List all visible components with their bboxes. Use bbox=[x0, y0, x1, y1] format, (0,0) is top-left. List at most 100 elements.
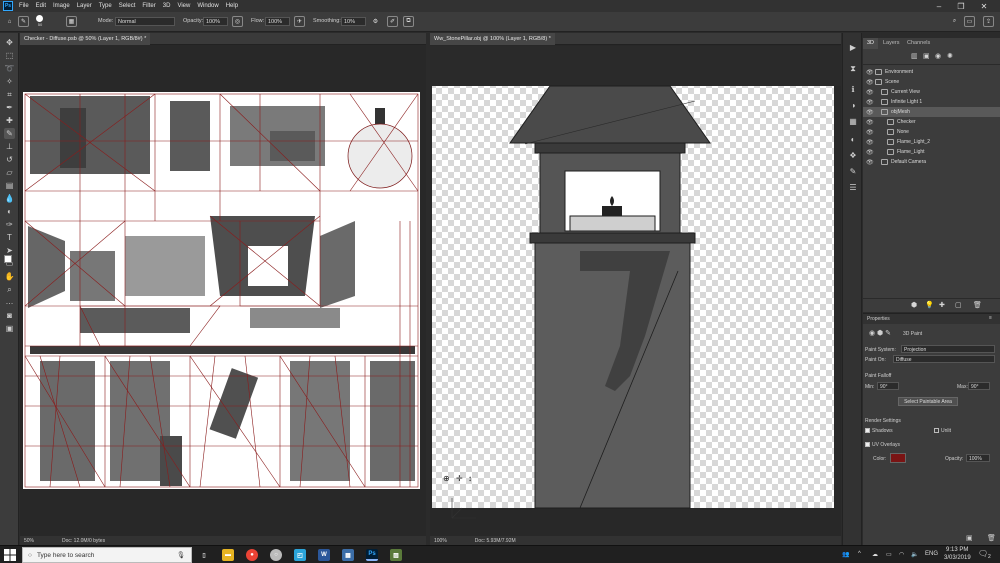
3d-paint-icon[interactable]: ◉ ⬢ ✎ bbox=[869, 329, 891, 337]
scene-row[interactable]: 👁 Environment bbox=[863, 67, 1000, 77]
scene-row[interactable]: 👁 None bbox=[863, 127, 1000, 137]
scene-row[interactable]: 👁 Flame_Light_2 bbox=[863, 137, 1000, 147]
word-icon[interactable]: W bbox=[318, 549, 330, 561]
unlit-checkbox[interactable] bbox=[934, 428, 939, 433]
zoom-level-left[interactable]: 50% bbox=[24, 538, 34, 544]
filter-light-icon[interactable]: ✺ bbox=[947, 52, 953, 60]
tab-checker-diffuse[interactable]: Checker - Diffuse.psb @ 50% (Layer 1, RG… bbox=[20, 33, 151, 45]
menu-help[interactable]: Help bbox=[226, 3, 238, 9]
airbrush-icon[interactable]: ✈ bbox=[294, 16, 305, 27]
filter-material-icon[interactable]: ◉ bbox=[935, 52, 941, 60]
styles-icon[interactable]: ❖ bbox=[847, 149, 859, 161]
smoothing-field[interactable]: 10% bbox=[341, 17, 366, 26]
notifications-icon[interactable]: 🗨 bbox=[978, 549, 988, 558]
overlay-opacity-field[interactable]: 100% bbox=[966, 454, 990, 462]
scene-row[interactable]: 👁 Scene bbox=[863, 77, 1000, 87]
menu-file[interactable]: File bbox=[19, 3, 29, 9]
edit-toolbar-icon[interactable]: … bbox=[4, 296, 15, 307]
uv-texture-canvas[interactable] bbox=[20, 46, 426, 536]
eraser-tool-icon[interactable]: ▱ bbox=[4, 167, 15, 178]
type-tool-icon[interactable]: T bbox=[4, 232, 15, 243]
scene-row[interactable]: 👁 Infinite Light 1 bbox=[863, 97, 1000, 107]
tab-channels[interactable]: Channels bbox=[903, 38, 934, 49]
panel-menu-icon[interactable]: ≡ bbox=[989, 315, 992, 321]
orbit-icon[interactable]: ⊕ bbox=[443, 474, 450, 483]
menu-image[interactable]: Image bbox=[53, 3, 70, 9]
hand-tool-icon[interactable]: ✋ bbox=[4, 271, 15, 282]
brush-preset-icon[interactable]: ✎ bbox=[18, 16, 29, 27]
info-icon[interactable]: ℹ bbox=[847, 83, 859, 95]
visibility-eye-icon[interactable]: 👁 bbox=[866, 89, 874, 96]
image-viewer-icon[interactable]: ▨ bbox=[390, 549, 402, 561]
pen-tool-icon[interactable]: ✑ bbox=[4, 219, 15, 230]
flow-field[interactable]: 100% bbox=[265, 17, 290, 26]
canvas-area[interactable] bbox=[20, 46, 426, 536]
history-brush-tool-icon[interactable]: ↺ bbox=[4, 154, 15, 165]
visibility-eye-icon[interactable]: 👁 bbox=[866, 69, 874, 76]
menu-filter[interactable]: Filter bbox=[142, 3, 155, 9]
visibility-eye-icon[interactable]: 👁 bbox=[866, 139, 874, 146]
visibility-eye-icon[interactable]: 👁 bbox=[866, 119, 874, 126]
workspace-icon[interactable]: ▭ bbox=[964, 16, 975, 27]
scene-row[interactable]: 👁 Flame_Light bbox=[863, 147, 1000, 157]
tab-layers[interactable]: Layers bbox=[879, 38, 904, 49]
clock-date[interactable]: 3/03/2019 bbox=[944, 555, 971, 561]
search-icon[interactable]: ⌕ bbox=[949, 16, 960, 27]
healing-tool-icon[interactable]: ✚ bbox=[4, 115, 15, 126]
menu-select[interactable]: Select bbox=[119, 3, 136, 9]
paint-on-select[interactable]: Diffuse bbox=[893, 355, 995, 363]
max-field[interactable]: 90° bbox=[968, 382, 990, 390]
pressure-opacity-icon[interactable]: ◎ bbox=[232, 16, 243, 27]
brush-size-picker[interactable]: 50 bbox=[34, 15, 46, 27]
taskbar-search-input[interactable]: ○ Type here to search 🎙 bbox=[22, 547, 192, 563]
visibility-eye-icon[interactable]: 👁 bbox=[866, 109, 874, 116]
foreground-color-swatch[interactable] bbox=[4, 255, 12, 263]
canvas-area-3d[interactable]: ⊕ ✛ ↕ bbox=[430, 46, 841, 536]
add-light-icon[interactable]: ✚ bbox=[939, 301, 945, 309]
scene-row[interactable]: 👁 Current View bbox=[863, 87, 1000, 97]
render-icon[interactable]: ▢ bbox=[955, 301, 962, 309]
visibility-eye-icon[interactable]: 👁 bbox=[866, 129, 874, 136]
filter-scene-icon[interactable]: ▥ bbox=[911, 52, 918, 60]
move-tool-icon[interactable]: ✥ bbox=[4, 37, 15, 48]
history-icon[interactable]: ⧗ bbox=[847, 63, 859, 75]
light-bulb-icon[interactable]: 💡 bbox=[925, 301, 934, 309]
close-window-button[interactable]: ✕ bbox=[975, 0, 993, 12]
menu-type[interactable]: Type bbox=[99, 3, 112, 9]
lasso-tool-icon[interactable]: ➰ bbox=[4, 63, 15, 74]
mesh-icon[interactable]: ⬢ bbox=[911, 301, 917, 309]
pan-icon[interactable]: ✛ bbox=[456, 474, 463, 483]
microphone-icon[interactable]: 🎙 bbox=[177, 551, 185, 559]
overlay-color-swatch[interactable] bbox=[890, 453, 906, 463]
scene-row[interactable]: 👁 Checker bbox=[863, 117, 1000, 127]
menu-layer[interactable]: Layer bbox=[77, 3, 92, 9]
shadows-checkbox[interactable] bbox=[865, 428, 870, 433]
pressure-size-icon[interactable]: ✐ bbox=[387, 16, 398, 27]
blur-tool-icon[interactable]: 💧 bbox=[4, 193, 15, 204]
home-icon[interactable]: ⌂ bbox=[4, 16, 15, 27]
gear-icon[interactable]: ⚙ bbox=[370, 16, 381, 27]
windows-start-icon[interactable] bbox=[4, 549, 16, 561]
zoom-level-right[interactable]: 100% bbox=[434, 538, 447, 544]
uv-overlays-checkbox[interactable] bbox=[865, 442, 870, 447]
tray-arrow-icon[interactable]: ^ bbox=[858, 551, 861, 557]
trash-icon[interactable]: 🗑 bbox=[973, 301, 982, 309]
visibility-eye-icon[interactable]: 👁 bbox=[866, 99, 874, 106]
color-panel-icon[interactable]: ◑ bbox=[847, 99, 859, 111]
brush-tool-icon[interactable]: ✎ bbox=[4, 128, 15, 139]
menu-edit[interactable]: Edit bbox=[36, 3, 46, 9]
scene-row[interactable]: 👁 objMesh bbox=[863, 107, 1000, 117]
dolly-icon[interactable]: ↕ bbox=[468, 474, 472, 483]
language-indicator[interactable]: ENG bbox=[925, 551, 938, 557]
volume-icon[interactable]: 🔈 bbox=[911, 551, 918, 558]
3d-viewport[interactable] bbox=[430, 46, 841, 536]
cloud-icon[interactable]: ☁ bbox=[872, 551, 878, 558]
tab-3d[interactable]: 3D bbox=[863, 38, 879, 49]
quick-mask-icon[interactable]: ◙ bbox=[4, 310, 15, 321]
visibility-eye-icon[interactable]: 👁 bbox=[866, 79, 874, 86]
crop-tool-icon[interactable]: ⌗ bbox=[4, 89, 15, 100]
maximize-button[interactable]: ❐ bbox=[952, 0, 970, 12]
clock-time[interactable]: 9:13 PM bbox=[946, 547, 968, 553]
dodge-tool-icon[interactable]: ◐ bbox=[4, 206, 15, 217]
zoom-tool-icon[interactable]: ⌕ bbox=[4, 284, 15, 295]
